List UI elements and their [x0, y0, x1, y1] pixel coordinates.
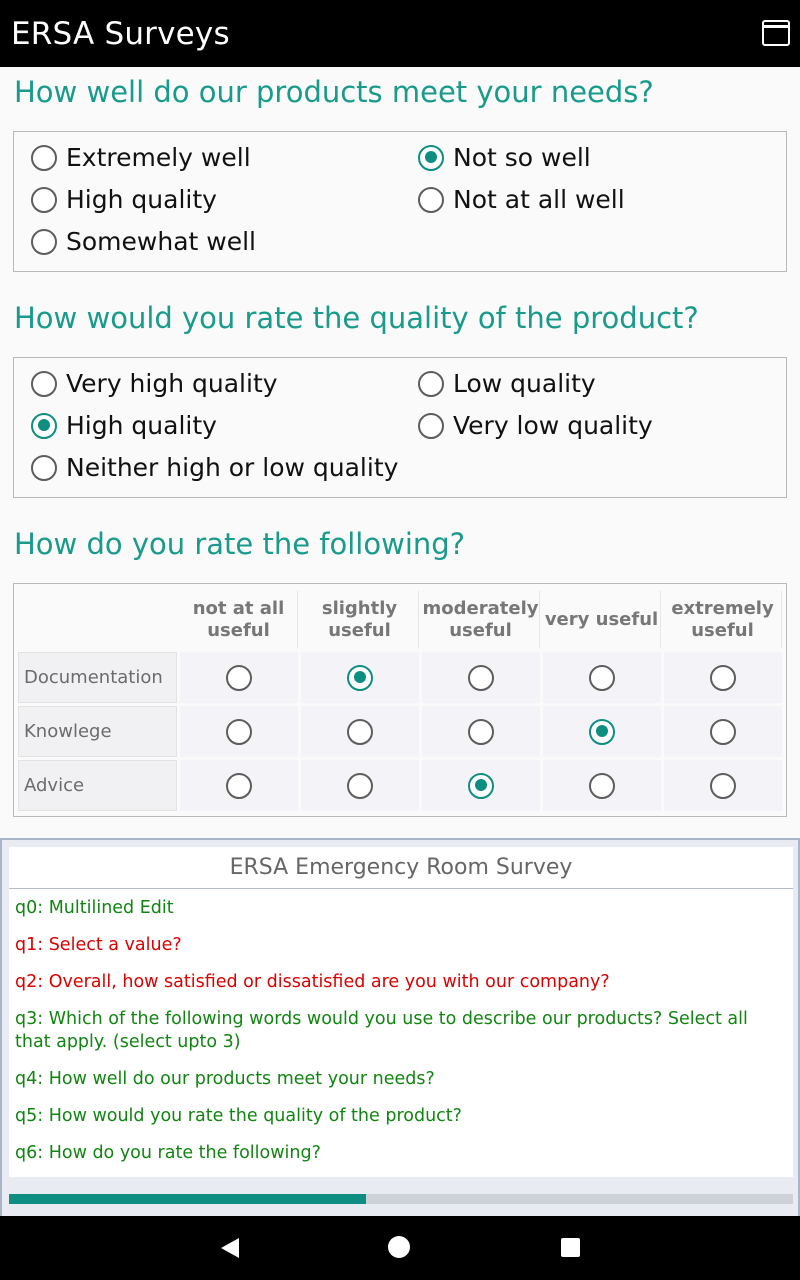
radio-icon[interactable]: [226, 772, 252, 799]
matrix-cell[interactable]: [180, 652, 298, 703]
q4-title: How well do our products meet your needs…: [14, 75, 654, 109]
app-title: ERSA Surveys: [11, 16, 230, 52]
panel-title: ERSA Emergency Room Survey: [9, 847, 793, 889]
q5-option-low-quality[interactable]: Low quality: [418, 369, 596, 398]
survey-content[interactable]: How well do our products meet your needs…: [0, 67, 800, 838]
matrix-cell[interactable]: [422, 652, 540, 703]
q5-option-neither[interactable]: Neither high or low quality: [31, 453, 398, 482]
matrix-col-header: moderately useful: [422, 591, 540, 648]
radio-icon[interactable]: [710, 772, 736, 799]
radio-icon[interactable]: [31, 454, 57, 481]
radio-checked-icon[interactable]: [347, 664, 373, 691]
matrix-col-header: slightly useful: [301, 591, 419, 648]
question-list-item[interactable]: q5: How would you rate the quality of th…: [15, 1105, 787, 1128]
q5-options: Very high quality High quality Neither h…: [13, 357, 787, 498]
question-list[interactable]: q0: Multilined Edit q1: Select a value? …: [9, 897, 793, 1175]
question-list-item[interactable]: q4: How well do our products meet your n…: [15, 1068, 787, 1091]
matrix-col-header: extremely useful: [664, 591, 782, 648]
radio-checked-icon[interactable]: [31, 412, 57, 439]
q6-title: How do you rate the following?: [14, 527, 466, 561]
matrix-col-header: very useful: [543, 591, 661, 648]
window-icon[interactable]: [762, 20, 790, 46]
radio-icon[interactable]: [31, 144, 57, 171]
radio-icon[interactable]: [31, 228, 57, 255]
matrix-cell[interactable]: [543, 652, 661, 703]
question-list-item[interactable]: q3: Which of the following words would y…: [15, 1008, 787, 1054]
radio-icon[interactable]: [226, 718, 252, 745]
radio-icon[interactable]: [31, 186, 57, 213]
matrix-row-label: Advice: [18, 760, 177, 811]
matrix-cell[interactable]: [543, 760, 661, 811]
matrix-cell[interactable]: [422, 760, 540, 811]
matrix-cell[interactable]: [664, 706, 782, 757]
matrix-col-header: not at all useful: [180, 591, 298, 648]
progress-fill: [9, 1194, 366, 1204]
matrix-cell[interactable]: [301, 760, 419, 811]
radio-icon[interactable]: [31, 370, 57, 397]
q4-option-high-quality[interactable]: High quality: [31, 185, 217, 214]
q4-option-somewhat-well[interactable]: Somewhat well: [31, 227, 256, 256]
radio-icon[interactable]: [418, 186, 444, 213]
matrix-cell[interactable]: [180, 760, 298, 811]
radio-icon[interactable]: [710, 664, 736, 691]
survey-summary-panel: ERSA Emergency Room Survey q0: Multiline…: [0, 838, 800, 1216]
radio-checked-icon[interactable]: [418, 144, 444, 171]
radio-checked-icon[interactable]: [468, 772, 494, 799]
matrix-row-label: Documentation: [18, 652, 177, 703]
q5-option-high-quality[interactable]: High quality: [31, 411, 217, 440]
q4-option-not-at-all-well[interactable]: Not at all well: [418, 185, 625, 214]
q5-option-very-high-quality[interactable]: Very high quality: [31, 369, 278, 398]
radio-icon[interactable]: [589, 664, 615, 691]
question-list-item[interactable]: q1: Select a value?: [15, 934, 787, 957]
matrix-cell[interactable]: [301, 706, 419, 757]
radio-icon[interactable]: [347, 772, 373, 799]
radio-icon[interactable]: [468, 718, 494, 745]
radio-icon[interactable]: [418, 412, 444, 439]
question-list-item[interactable]: q0: Multilined Edit: [15, 897, 787, 920]
matrix-row-label: Knowlege: [18, 706, 177, 757]
matrix-cell[interactable]: [664, 760, 782, 811]
q6-matrix: not at all useful slightly useful modera…: [13, 583, 787, 817]
matrix-cell[interactable]: [180, 706, 298, 757]
radio-icon[interactable]: [347, 718, 373, 745]
recents-icon[interactable]: [561, 1238, 580, 1257]
q4-option-not-so-well[interactable]: Not so well: [418, 143, 591, 172]
matrix-cell[interactable]: [543, 706, 661, 757]
radio-icon[interactable]: [710, 718, 736, 745]
radio-checked-icon[interactable]: [589, 718, 615, 745]
q4-option-extremely-well[interactable]: Extremely well: [31, 143, 251, 172]
app-bar: ERSA Surveys: [0, 0, 800, 67]
progress-bar: [9, 1194, 793, 1204]
matrix-cell[interactable]: [422, 706, 540, 757]
q5-title: How would you rate the quality of the pr…: [14, 301, 699, 335]
matrix-cell[interactable]: [301, 652, 419, 703]
matrix-cell[interactable]: [664, 652, 782, 703]
q5-option-very-low-quality[interactable]: Very low quality: [418, 411, 653, 440]
question-list-item[interactable]: q2: Overall, how satisfied or dissatisfi…: [15, 971, 787, 994]
question-list-item[interactable]: q6: How do you rate the following?: [15, 1142, 787, 1165]
radio-icon[interactable]: [468, 664, 494, 691]
back-icon[interactable]: [221, 1238, 239, 1258]
radio-icon[interactable]: [226, 664, 252, 691]
radio-icon[interactable]: [418, 370, 444, 397]
home-icon[interactable]: [388, 1236, 410, 1258]
radio-icon[interactable]: [589, 772, 615, 799]
q4-options: Extremely well High quality Somewhat wel…: [13, 131, 787, 272]
summary-card: ERSA Emergency Room Survey q0: Multiline…: [9, 847, 793, 1177]
